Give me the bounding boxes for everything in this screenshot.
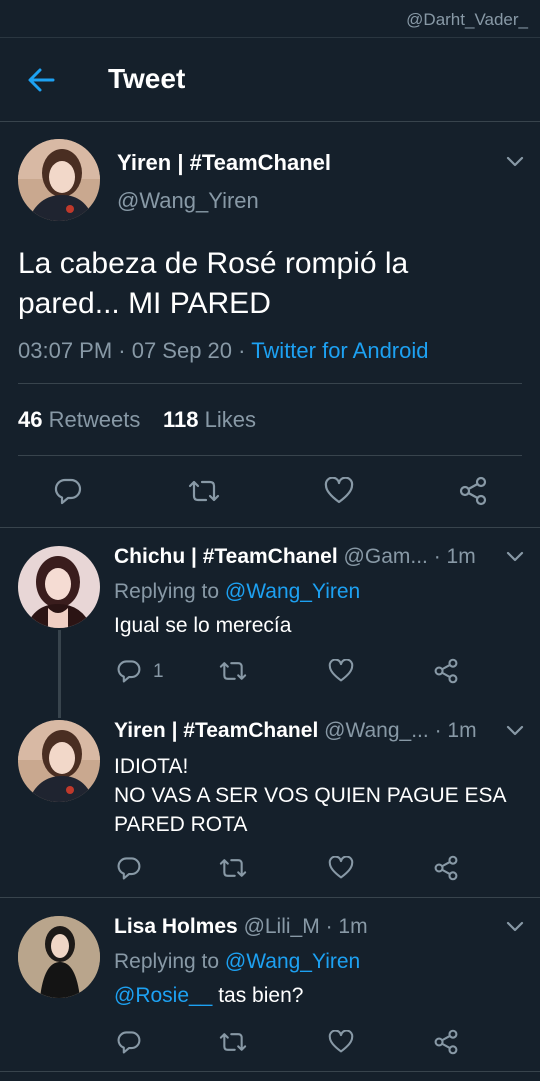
avatar[interactable] [18, 139, 100, 221]
tweet-text: La cabeza de Rosé rompió la pared... MI … [18, 244, 408, 324]
reply-text: IDIOTA! NO VAS A SER VOS QUIEN PAGUE ESA… [114, 752, 507, 839]
replying-to: Replying to @Wang_Yiren [114, 580, 360, 604]
divider [18, 383, 522, 384]
watermark-bar: @Darht_Vader_ [0, 0, 540, 38]
retweets-count: 46 [18, 407, 43, 432]
retweet-icon[interactable] [219, 658, 247, 689]
reply-icon[interactable] [53, 476, 83, 511]
retweet-icon[interactable] [188, 476, 220, 511]
retweet-icon[interactable] [219, 855, 247, 886]
timestamp: · 1m [434, 719, 477, 742]
chevron-down-icon[interactable] [505, 724, 525, 738]
chevron-down-icon[interactable] [505, 155, 525, 169]
likes-label: Likes [204, 407, 256, 432]
share-icon[interactable] [433, 1029, 459, 1060]
replying-to-link[interactable]: @Wang_Yiren [225, 950, 360, 973]
reply-text-line: IDIOTA! [114, 755, 189, 778]
reply-text: Igual se lo merecía [114, 614, 292, 637]
divider [0, 897, 540, 898]
like-icon[interactable] [328, 658, 354, 688]
tweet-text-line: La cabeza de Rosé rompió la [18, 247, 409, 280]
divider [0, 1071, 540, 1072]
retweets-stat[interactable]: 46 Retweets [18, 407, 140, 433]
chevron-down-icon[interactable] [505, 920, 525, 934]
header: Tweet [0, 38, 540, 122]
share-icon[interactable] [433, 658, 459, 689]
retweets-label: Retweets [48, 407, 141, 432]
page-title: Tweet [108, 63, 186, 94]
reply-text-body: tas bien? [212, 984, 304, 1007]
avatar[interactable] [18, 720, 100, 802]
like-icon[interactable] [328, 855, 354, 885]
display-name[interactable]: Yiren | #TeamChanel [114, 719, 318, 742]
tweet-text-line: pared... MI PARED [18, 287, 271, 320]
replying-to-label: Replying to [114, 580, 225, 603]
replying-to: Replying to @Wang_Yiren [114, 950, 360, 974]
reply-icon[interactable] [116, 658, 142, 689]
share-icon[interactable] [433, 855, 459, 886]
handle[interactable]: @Wang_Yiren [117, 188, 259, 214]
reply-header: Lisa Holmes @Lili_M · 1m [114, 915, 368, 939]
back-arrow-icon[interactable] [26, 66, 56, 94]
tweet-meta: 03:07 PM · 07 Sep 20 · Twitter for Andro… [18, 338, 429, 364]
timestamp: · 1m [433, 545, 476, 568]
avatar[interactable] [18, 546, 100, 628]
reply-header: Chichu | #TeamChanel @Gam... · 1m [114, 545, 476, 569]
reply-header: Yiren | #TeamChanel @Wang_... · 1m [114, 719, 477, 743]
likes-count: 118 [163, 407, 199, 432]
display-name[interactable]: Yiren | #TeamChanel [117, 150, 331, 176]
reply-text-line: PARED ROTA [114, 813, 248, 836]
avatar[interactable] [18, 916, 100, 998]
thread-line [58, 630, 61, 718]
tweet-source-link[interactable]: Twitter for Android [251, 338, 428, 363]
display-name[interactable]: Lisa Holmes [114, 915, 238, 938]
display-name[interactable]: Chichu | #TeamChanel [114, 545, 338, 568]
likes-stat[interactable]: 118 Likes [163, 407, 256, 433]
mention-link[interactable]: @Rosie__ [114, 984, 212, 1007]
handle[interactable]: @Lili_M [244, 915, 320, 938]
reply-text-line: NO VAS A SER VOS QUIEN PAGUE ESA [114, 784, 507, 807]
reply-text: @Rosie__ tas bien? [114, 984, 303, 1008]
divider [0, 527, 540, 528]
divider [18, 455, 522, 456]
reply-count: 1 [153, 661, 164, 682]
like-icon[interactable] [328, 1029, 354, 1059]
reply-icon[interactable] [116, 855, 142, 886]
chevron-down-icon[interactable] [505, 550, 525, 564]
tweet-timestamp: 03:07 PM · 07 Sep 20 · [18, 338, 252, 363]
watermark-text: @Darht_Vader_ [406, 10, 528, 29]
like-icon[interactable] [324, 476, 354, 510]
timestamp: · 1m [325, 915, 368, 938]
retweet-icon[interactable] [219, 1029, 247, 1060]
reply-icon[interactable] [116, 1029, 142, 1060]
share-icon[interactable] [458, 476, 488, 511]
handle[interactable]: @Wang_... [324, 719, 429, 742]
replying-to-label: Replying to [114, 950, 225, 973]
handle[interactable]: @Gam... [344, 545, 428, 568]
replying-to-link[interactable]: @Wang_Yiren [225, 580, 360, 603]
